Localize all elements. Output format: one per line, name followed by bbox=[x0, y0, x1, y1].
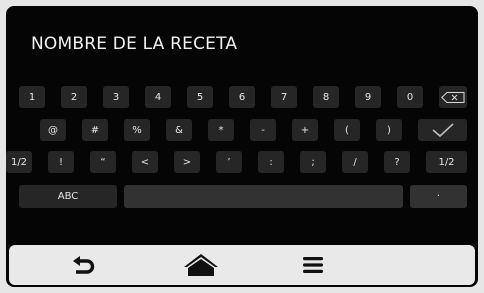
backspace-icon bbox=[441, 91, 465, 103]
key-quote[interactable]: “ bbox=[90, 151, 116, 173]
key-7[interactable]: 7 bbox=[271, 86, 297, 108]
key-greater-than[interactable]: > bbox=[174, 151, 200, 173]
key-half-right[interactable]: 1/2 bbox=[426, 151, 467, 173]
key-5[interactable]: 5 bbox=[187, 86, 213, 108]
key-half-left[interactable]: 1/2 bbox=[6, 151, 32, 173]
field-title: NOMBRE DE LA RECETA bbox=[31, 34, 238, 54]
back-button[interactable] bbox=[56, 249, 112, 281]
key-6[interactable]: 6 bbox=[229, 86, 255, 108]
backspace-key[interactable] bbox=[439, 86, 467, 108]
menu-icon bbox=[303, 257, 323, 273]
abc-key[interactable]: ABC bbox=[19, 185, 117, 208]
key-4[interactable]: 4 bbox=[145, 86, 171, 108]
key-3[interactable]: 3 bbox=[103, 86, 129, 108]
key-asterisk[interactable]: * bbox=[208, 119, 234, 141]
key-1[interactable]: 1 bbox=[19, 86, 45, 108]
key-open-paren[interactable]: ( bbox=[334, 119, 360, 141]
menu-button[interactable] bbox=[285, 249, 341, 281]
key-exclamation[interactable]: ! bbox=[48, 151, 74, 173]
key-ampersand[interactable]: & bbox=[166, 119, 192, 141]
home-icon bbox=[184, 254, 218, 276]
key-percent[interactable]: % bbox=[124, 119, 150, 141]
key-minus[interactable]: - bbox=[250, 119, 276, 141]
key-2[interactable]: 2 bbox=[61, 86, 87, 108]
key-hash[interactable]: # bbox=[82, 119, 108, 141]
key-8[interactable]: 8 bbox=[313, 86, 339, 108]
enter-key[interactable] bbox=[418, 119, 467, 141]
bottom-navbar bbox=[9, 245, 475, 285]
key-plus[interactable]: + bbox=[292, 119, 318, 141]
key-apostrophe[interactable]: ’ bbox=[216, 151, 242, 173]
key-close-paren[interactable]: ) bbox=[376, 119, 402, 141]
recipe-name-screen: NOMBRE DE LA RECETA 1 2 3 4 5 6 7 8 9 0 … bbox=[6, 6, 478, 287]
check-icon bbox=[431, 123, 454, 138]
key-at[interactable]: @ bbox=[40, 119, 66, 141]
key-question[interactable]: ? bbox=[384, 151, 410, 173]
key-semicolon[interactable]: ; bbox=[300, 151, 326, 173]
key-slash[interactable]: / bbox=[342, 151, 368, 173]
space-key[interactable] bbox=[124, 185, 403, 208]
key-less-than[interactable]: < bbox=[132, 151, 158, 173]
key-colon[interactable]: : bbox=[258, 151, 284, 173]
key-0[interactable]: 0 bbox=[397, 86, 423, 108]
back-arrow-icon bbox=[73, 256, 95, 274]
home-button[interactable] bbox=[173, 249, 229, 281]
key-dot[interactable]: · bbox=[410, 185, 467, 208]
key-9[interactable]: 9 bbox=[355, 86, 381, 108]
